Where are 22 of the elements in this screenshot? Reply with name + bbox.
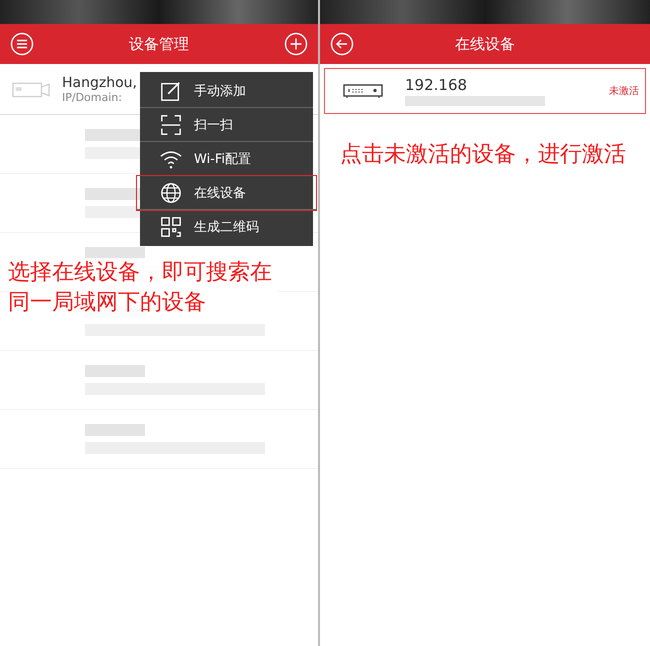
device-address: IP/Domain: bbox=[62, 90, 123, 104]
scan-icon bbox=[160, 114, 182, 136]
qr-code-icon bbox=[160, 216, 182, 238]
menu-item[interactable]: 在线设备 bbox=[137, 176, 316, 210]
menu-item[interactable]: 扫一扫 bbox=[140, 108, 313, 142]
device-name: Hangzhou, bbox=[62, 74, 137, 90]
globe-icon bbox=[160, 182, 182, 204]
device-status: 未激活 bbox=[609, 84, 639, 98]
device-row[interactable]: 192.168 未激活 bbox=[324, 68, 646, 114]
screen-title: 在线设备 bbox=[455, 34, 515, 54]
recorder-device-icon bbox=[343, 83, 383, 99]
add-icon[interactable] bbox=[284, 32, 308, 56]
menu-item[interactable]: Wi-Fi配置 bbox=[140, 142, 313, 176]
menu-icon[interactable] bbox=[10, 32, 34, 56]
edit-icon bbox=[160, 80, 182, 102]
back-icon[interactable] bbox=[330, 32, 354, 56]
screen-title: 设备管理 bbox=[129, 34, 189, 54]
menu-item[interactable]: 生成二维码 bbox=[140, 210, 313, 244]
annotation-text: 选择在线设备，即可搜索在同一局域网下的设备 bbox=[8, 258, 278, 318]
menu-item[interactable]: 手动添加 bbox=[140, 74, 313, 108]
annotation-text: 点击未激活的设备，进行激活 bbox=[340, 141, 627, 169]
device-ip: 192.168 bbox=[405, 76, 468, 94]
